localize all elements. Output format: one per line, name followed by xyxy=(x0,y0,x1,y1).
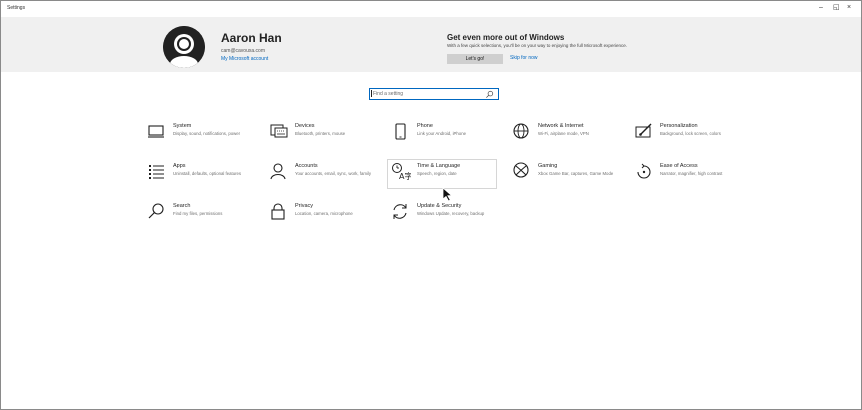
tile-apps[interactable]: Apps Uninstall, defaults, optional featu… xyxy=(147,162,263,192)
minimize-button[interactable]: – xyxy=(819,4,823,12)
tile-description: Background, lock screen, colors xyxy=(660,131,721,136)
maximize-button[interactable]: ◱ xyxy=(833,4,840,12)
tile-ease-of-access[interactable]: Ease of Access Narrator, magnifier, high… xyxy=(634,162,750,192)
tile-title: Devices xyxy=(295,123,315,129)
tile-title: Ease of Access xyxy=(660,163,698,169)
tile-title: Privacy xyxy=(295,203,314,209)
sync-icon xyxy=(393,204,407,219)
tile-description: Narrator, magnifier, high contrast xyxy=(660,171,723,176)
keyboard-icon xyxy=(270,124,288,138)
phone-icon xyxy=(395,123,406,140)
window-title: Settings xyxy=(7,5,26,11)
tile-description: Find my files, permissions xyxy=(173,211,223,216)
tile-description: Your accounts, email, sync, work, family xyxy=(295,171,372,176)
tile-update-security[interactable]: Update & Security Windows Update, recove… xyxy=(391,202,507,232)
tile-privacy[interactable]: Privacy Location, camera, microphone xyxy=(269,202,385,232)
tile-title: Gaming xyxy=(538,163,558,169)
close-button[interactable]: × xyxy=(847,4,851,12)
tile-title: Time & Language xyxy=(417,163,461,169)
globe-icon xyxy=(513,123,529,139)
account-name: Aaron Han xyxy=(221,31,282,45)
tile-title: Search xyxy=(173,203,191,209)
xbox-icon xyxy=(513,162,529,178)
avatar[interactable] xyxy=(163,26,205,68)
time-language-icon: A字 xyxy=(392,163,411,181)
tile-time-language[interactable]: A字 Time & Language Speech, region, date xyxy=(387,159,497,189)
skip-for-now-link[interactable]: Skip for now xyxy=(510,55,538,61)
lets-go-button[interactable]: Let's go! xyxy=(447,54,503,64)
paintbrush-icon xyxy=(635,123,652,138)
tile-phone[interactable]: Phone Link your Android, iPhone xyxy=(391,122,507,152)
settings-window: Settings – ◱ × Aaron Han cam@cavouxa.com… xyxy=(0,0,862,410)
tile-description: Bluetooth, printers, mouse xyxy=(295,131,346,136)
tile-title: Phone xyxy=(417,123,433,129)
tile-personalization[interactable]: Personalization Background, lock screen,… xyxy=(634,122,750,152)
tile-system[interactable]: System Display, sound, notifications, po… xyxy=(147,122,263,152)
tile-description: Xbox Game Bar, captures, Game Mode xyxy=(538,171,614,176)
tile-title: Personalization xyxy=(660,123,698,129)
tile-description: Windows Update, recovery, backup xyxy=(417,211,485,216)
promo-text: With a few quick selections, you'll be o… xyxy=(447,43,627,48)
apps-list-icon xyxy=(149,165,164,179)
tile-description: Speech, region, date xyxy=(417,171,457,176)
person-icon xyxy=(270,163,286,180)
tile-title: Apps xyxy=(173,163,186,169)
tile-description: Uninstall, defaults, optional features xyxy=(173,171,242,176)
tile-title: System xyxy=(173,123,192,129)
promo-title: Get even more out of Windows xyxy=(447,33,565,42)
tile-description: Wi-Fi, airplane mode, VPN xyxy=(538,131,589,136)
tile-title: Accounts xyxy=(295,163,318,169)
lock-icon xyxy=(271,203,285,220)
svg-text:A字: A字 xyxy=(399,171,411,181)
tile-devices[interactable]: Devices Bluetooth, printers, mouse xyxy=(269,122,385,152)
tile-gaming[interactable]: Gaming Xbox Game Bar, captures, Game Mod… xyxy=(512,162,628,192)
text-caret xyxy=(371,90,372,97)
microsoft-account-link[interactable]: My Microsoft account xyxy=(221,56,268,62)
tile-title: Network & Internet xyxy=(538,123,584,129)
ease-of-access-icon xyxy=(637,163,651,179)
search-placeholder: Find a setting xyxy=(373,91,404,97)
tile-network-internet[interactable]: Network & Internet Wi-Fi, airplane mode,… xyxy=(512,122,628,152)
monitor-icon xyxy=(148,125,164,138)
tile-description: Link your Android, iPhone xyxy=(417,131,466,136)
search-icon[interactable] xyxy=(485,90,494,99)
search-icon xyxy=(148,203,164,219)
avatar-person-icon xyxy=(163,26,205,68)
mouse-pointer-icon xyxy=(442,187,453,202)
account-header: Aaron Han cam@cavouxa.com My Microsoft a… xyxy=(1,17,861,72)
search-input[interactable]: Find a setting xyxy=(369,88,499,100)
title-bar: Settings – ◱ × xyxy=(1,1,861,17)
tile-title: Update & Security xyxy=(417,203,462,209)
tile-accounts[interactable]: Accounts Your accounts, email, sync, wor… xyxy=(269,162,385,192)
tile-description: Display, sound, notifications, power xyxy=(173,131,241,136)
tile-description: Location, camera, microphone xyxy=(295,211,353,216)
tile-search[interactable]: Search Find my files, permissions xyxy=(147,202,263,232)
account-email: cam@cavouxa.com xyxy=(221,48,265,54)
